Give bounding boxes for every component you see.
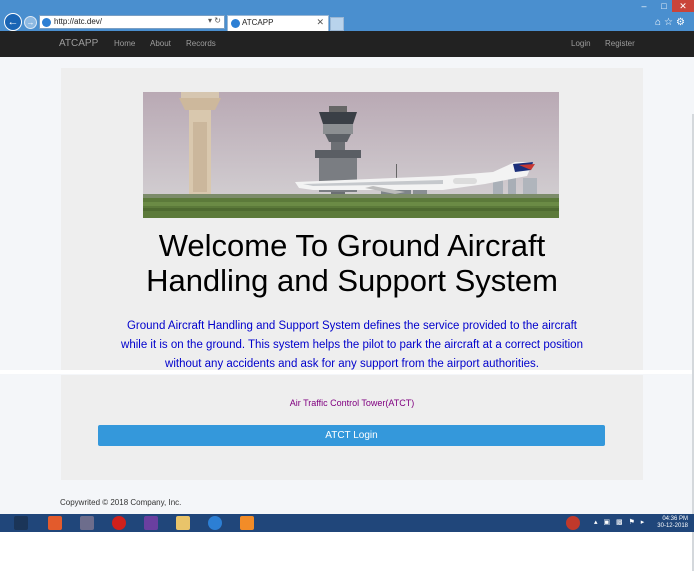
tray-app-icon[interactable] (566, 516, 580, 530)
address-bar[interactable]: http://atc.dev/ ▾ ↻ (39, 15, 225, 29)
clock-date: 30-12-2018 (657, 523, 688, 529)
section-divider (0, 370, 694, 374)
start-icon[interactable] (14, 516, 28, 530)
visual-studio-icon[interactable] (144, 516, 158, 530)
lead-line-1: Ground Aircraft Handling and Support Sys… (126, 320, 578, 332)
clock-time: 04:36 PM (662, 516, 688, 522)
file-explorer-icon[interactable] (176, 516, 190, 530)
headline-line-2: Handling and Support System (146, 263, 558, 298)
lead-paragraph: Ground Aircraft Handling and Support Sys… (81, 317, 623, 374)
jumbotron: Welcome To Ground Aircraft Handling and … (61, 68, 643, 371)
browser-chrome: ← → http://atc.dev/ ▾ ↻ ATCAPP ✕ – □ ✕ ⌂… (0, 0, 694, 31)
browser-tab[interactable]: ATCAPP ✕ (227, 15, 329, 31)
app-icon[interactable] (80, 516, 94, 530)
new-tab-button[interactable] (330, 17, 344, 31)
atct-card: Air Traffic Control Tower(ATCT) ATCT Log… (61, 375, 643, 480)
windows-taskbar: ▴ ▣ ▩ ⚑ ▸ 04:36 PM 30-12-2018 (0, 514, 694, 532)
atct-login-button[interactable]: ATCT Login (98, 425, 605, 446)
nav-records[interactable]: Records (186, 39, 216, 48)
xampp-icon[interactable] (240, 516, 254, 530)
app-navbar: ATCAPP Home About Records Login Register (0, 31, 694, 57)
nav-about[interactable]: About (150, 39, 171, 48)
nav-home[interactable]: Home (114, 39, 135, 48)
nav-register[interactable]: Register (605, 39, 635, 48)
forward-arrow-icon[interactable]: → (24, 16, 37, 29)
nav-login[interactable]: Login (571, 39, 591, 48)
headline-line-1: Welcome To Ground Aircraft (158, 228, 546, 263)
tab-title: ATCAPP (242, 18, 274, 27)
footer-copyright: Copywrited © 2018 Company, Inc. (60, 498, 182, 507)
atct-title: Air Traffic Control Tower(ATCT) (289, 398, 415, 408)
internet-explorer-icon[interactable] (208, 516, 222, 530)
refresh-icon[interactable]: ▾ ↻ (208, 16, 221, 25)
home-star-gear-icons[interactable]: ⌂☆⚙ (655, 17, 688, 28)
hero-image (143, 92, 559, 218)
page-body: Welcome To Ground Aircraft Handling and … (0, 57, 694, 571)
tab-close-icon[interactable]: ✕ (316, 17, 324, 28)
airport-photo (143, 92, 559, 218)
tab-favicon-icon (231, 19, 240, 28)
window-close-icon[interactable]: ✕ (672, 0, 694, 12)
back-arrow-icon[interactable]: ← (4, 13, 22, 31)
address-url[interactable]: http://atc.dev/ (54, 17, 102, 26)
media-app-icon[interactable] (48, 516, 62, 530)
lead-line-2: while it is on the ground. This system h… (121, 339, 583, 351)
maximize-icon[interactable]: □ (654, 0, 674, 12)
navbar-brand[interactable]: ATCAPP (59, 38, 98, 49)
opera-icon[interactable] (112, 516, 126, 530)
page-title: Welcome To Ground Aircraft Handling and … (61, 228, 643, 298)
taskbar-clock[interactable]: 04:36 PM 30-12-2018 (657, 516, 688, 530)
ie-favicon-icon (42, 18, 51, 27)
minimize-icon[interactable]: – (634, 0, 654, 12)
system-tray-icons[interactable]: ▴ ▣ ▩ ⚑ ▸ (594, 518, 646, 526)
